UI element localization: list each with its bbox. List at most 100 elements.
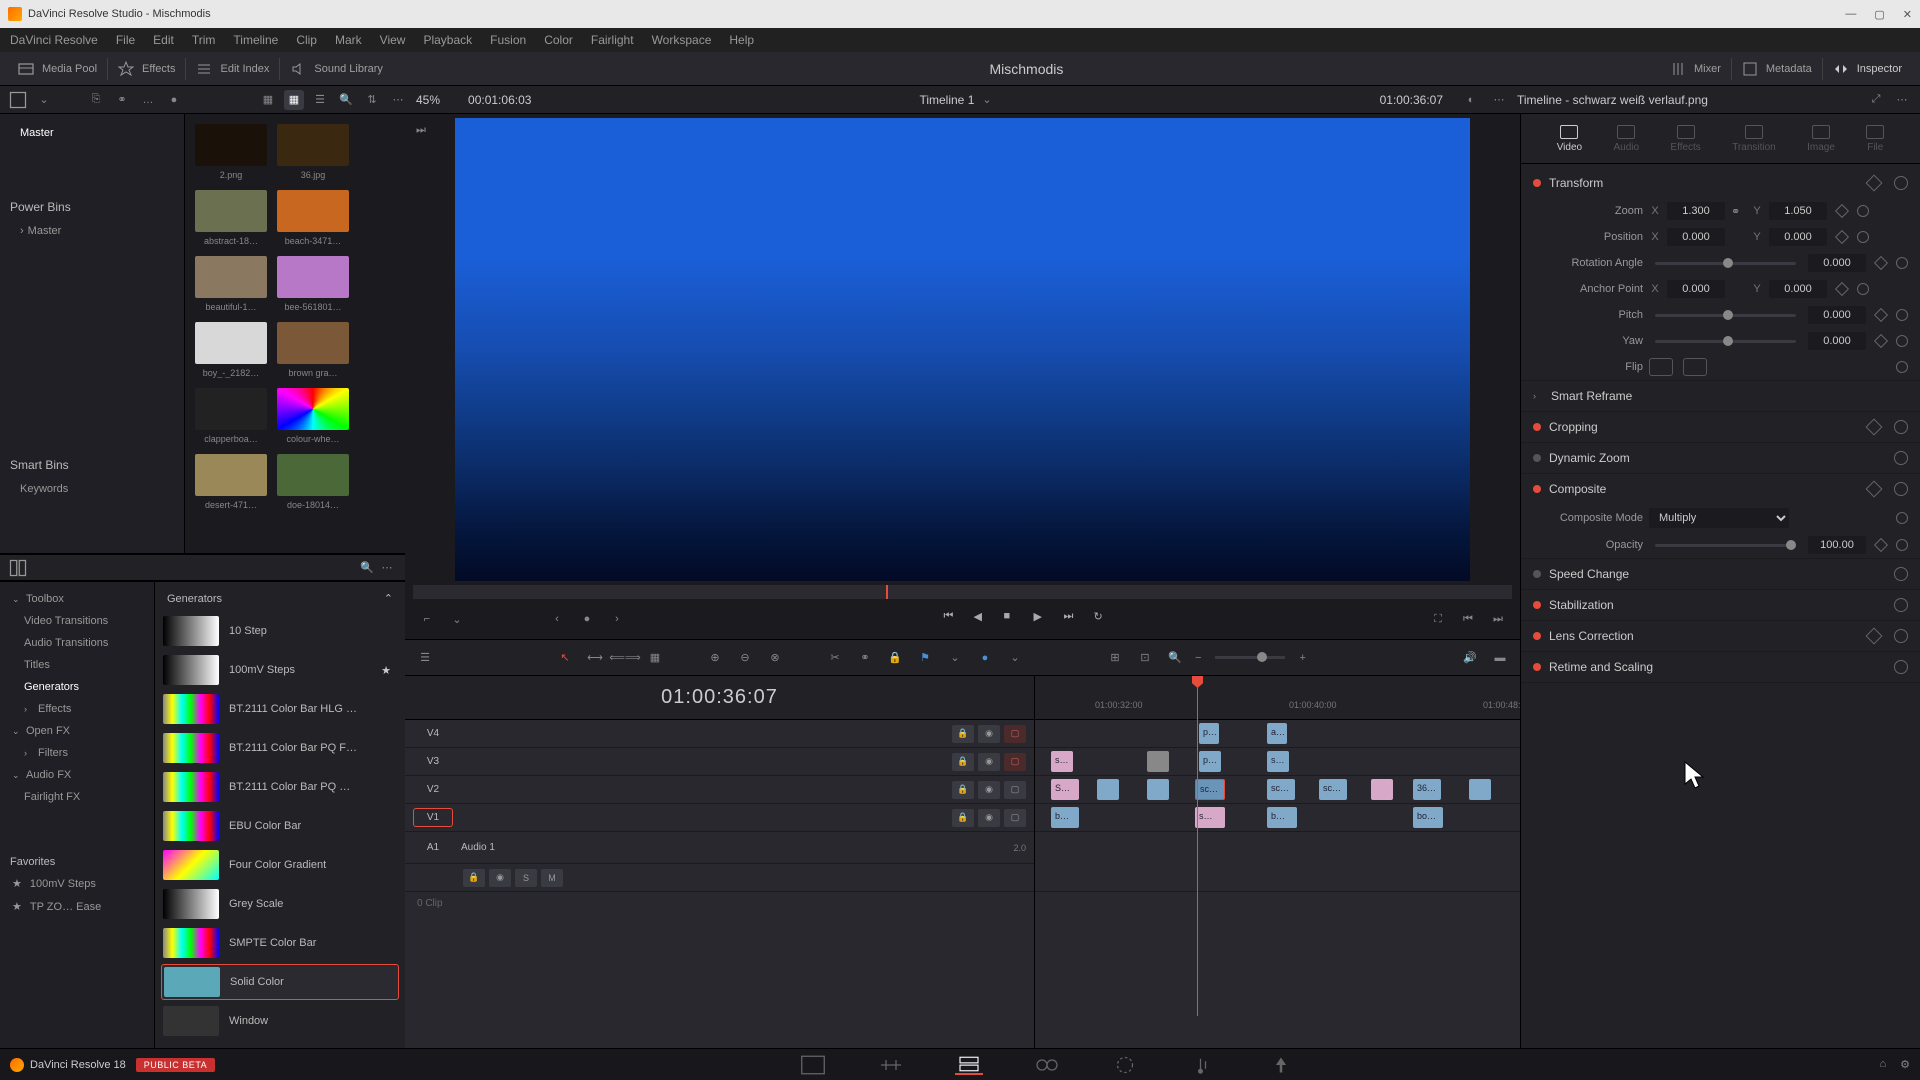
fav-item[interactable]: ★100mV Steps bbox=[0, 872, 154, 895]
track-head-a1[interactable]: A1Audio 12.0 bbox=[405, 832, 1034, 864]
snap-icon[interactable]: ⊞ bbox=[1105, 648, 1125, 668]
fx-panel-icon[interactable] bbox=[8, 558, 28, 578]
track-head-v3[interactable]: V3🔒◉▢ bbox=[405, 748, 1034, 776]
section-retime[interactable]: Retime and Scaling bbox=[1521, 652, 1920, 682]
collapse-icon[interactable]: ⌃ bbox=[384, 592, 393, 605]
first-frame-icon[interactable]: ⏮ bbox=[944, 610, 962, 628]
section-stabilization[interactable]: Stabilization bbox=[1521, 590, 1920, 620]
tab-image[interactable]: Image bbox=[1807, 125, 1835, 153]
timeline-clip[interactable]: b… bbox=[1267, 807, 1297, 828]
track-head-v4[interactable]: V4🔒◉▢ bbox=[405, 720, 1034, 748]
media-pool-button[interactable]: Media Pool bbox=[42, 63, 97, 75]
chevron-down-icon[interactable]: ⌄ bbox=[1005, 648, 1025, 668]
page-fusion-icon[interactable] bbox=[1033, 1055, 1061, 1075]
lock-icon[interactable]: 🔒 bbox=[885, 648, 905, 668]
track-v3[interactable]: s…p…s…Wo… bbox=[1035, 748, 1520, 776]
fx-toolbox[interactable]: ⌄Toolbox bbox=[0, 588, 154, 610]
sound-library-button[interactable]: Sound Library bbox=[314, 63, 383, 75]
track-v2[interactable]: S…sc…sc…sc…36…s…Sol…pro…vect… bbox=[1035, 776, 1520, 804]
tab-file[interactable]: File bbox=[1866, 125, 1884, 153]
fx-item[interactable]: 100mV Steps★ bbox=[161, 652, 399, 688]
marker-icon[interactable]: ● bbox=[577, 609, 597, 629]
timeline-clip[interactable]: p… bbox=[1199, 751, 1221, 772]
fx-item[interactable]: BT.2111 Color Bar HLG … bbox=[161, 691, 399, 727]
audio-menu-icon[interactable]: ▬ bbox=[1490, 648, 1510, 668]
fx-item[interactable]: Window bbox=[161, 1003, 399, 1039]
timeline-clip[interactable]: S… bbox=[1051, 779, 1079, 800]
trim-tool-icon[interactable]: ⟷ bbox=[585, 648, 605, 668]
bin-view-icon[interactable] bbox=[8, 90, 28, 110]
timeline-clip[interactable] bbox=[1371, 779, 1393, 800]
close-button[interactable]: ✕ bbox=[1903, 8, 1912, 21]
tab-audio[interactable]: Audio bbox=[1613, 125, 1639, 153]
bypass-icon[interactable]: ◐ bbox=[1461, 90, 1481, 110]
link-icon[interactable]: ⚭ bbox=[112, 90, 132, 110]
timeline-view-icon[interactable]: ☰ bbox=[415, 648, 435, 668]
search-icon[interactable]: 🔍 bbox=[336, 90, 356, 110]
metadata-view-icon[interactable]: ▦ bbox=[258, 90, 278, 110]
timeline-clip[interactable] bbox=[1147, 751, 1169, 772]
fx-generators[interactable]: Generators bbox=[0, 676, 154, 698]
timeline-name[interactable]: Timeline 1 bbox=[919, 93, 974, 107]
section-dynamic-zoom[interactable]: Dynamic Zoom bbox=[1521, 443, 1920, 473]
pos-x-value[interactable]: 0.000 bbox=[1667, 228, 1725, 246]
media-thumb[interactable]: boy_-_2182… bbox=[195, 322, 267, 378]
insert-icon[interactable]: ⊕ bbox=[705, 648, 725, 668]
bin-keywords[interactable]: Keywords bbox=[0, 478, 184, 500]
overwrite-icon[interactable]: ⊖ bbox=[735, 648, 755, 668]
fx-item[interactable]: Four Color Gradient bbox=[161, 847, 399, 883]
fx-item[interactable]: BT.2111 Color Bar PQ … bbox=[161, 769, 399, 805]
fx-audiofx[interactable]: ⌄Audio FX bbox=[0, 764, 154, 786]
media-thumb[interactable]: 2.png bbox=[195, 124, 267, 180]
inspector-button[interactable]: Inspector bbox=[1857, 63, 1902, 75]
minimize-button[interactable]: — bbox=[1845, 8, 1856, 21]
chevron-down-icon[interactable]: ⌄ bbox=[945, 648, 965, 668]
media-thumb[interactable]: clapperboa… bbox=[195, 388, 267, 444]
list-view-icon[interactable]: ☰ bbox=[310, 90, 330, 110]
effects-button[interactable]: Effects bbox=[142, 63, 175, 75]
track-head-v2[interactable]: V2🔒◉▢ bbox=[405, 776, 1034, 804]
timeline-clip[interactable]: b… bbox=[1051, 807, 1079, 828]
menu-item[interactable]: Help bbox=[729, 33, 754, 47]
zoom-detail-icon[interactable]: 🔍 bbox=[1165, 648, 1185, 668]
sort-icon[interactable]: ⇅ bbox=[362, 90, 382, 110]
next-edit-icon[interactable]: › bbox=[607, 609, 627, 629]
last-frame-icon[interactable]: ⏭ bbox=[1064, 610, 1082, 628]
mixer-button[interactable]: Mixer bbox=[1694, 63, 1721, 75]
menu-item[interactable]: Color bbox=[544, 33, 573, 47]
dynamic-trim-icon[interactable]: ⟸⟹ bbox=[615, 648, 635, 668]
media-thumb[interactable]: doe-18014… bbox=[277, 454, 349, 510]
timeline-clip[interactable]: p… bbox=[1199, 723, 1219, 744]
page-edit-icon[interactable] bbox=[955, 1055, 983, 1075]
timeline-clip[interactable]: s… bbox=[1267, 751, 1289, 772]
flag-icon[interactable]: ⚑ bbox=[915, 648, 935, 668]
link-icon[interactable]: ⚭ bbox=[855, 648, 875, 668]
marker-icon[interactable]: ● bbox=[975, 648, 995, 668]
zoom-percent[interactable]: 45% bbox=[416, 93, 440, 107]
menu-item[interactable]: Timeline bbox=[233, 33, 278, 47]
more-icon[interactable]: ⋯ bbox=[1892, 90, 1912, 110]
timeline-clip[interactable]: sc… bbox=[1267, 779, 1295, 800]
prev-edit-icon[interactable]: ‹ bbox=[547, 609, 567, 629]
menu-item[interactable]: Playback bbox=[423, 33, 472, 47]
loop-icon[interactable]: ↻ bbox=[1094, 610, 1112, 628]
viewer-canvas[interactable] bbox=[455, 118, 1470, 581]
keyframe-icon[interactable] bbox=[1866, 175, 1883, 192]
flip-v-button[interactable] bbox=[1683, 358, 1707, 376]
timeline-clip[interactable]: s… bbox=[1051, 751, 1073, 772]
flip-h-button[interactable] bbox=[1649, 358, 1673, 376]
fx-audio-transitions[interactable]: Audio Transitions bbox=[0, 632, 154, 654]
tab-effects[interactable]: Effects bbox=[1670, 125, 1700, 153]
media-thumb[interactable]: brown gra… bbox=[277, 322, 349, 378]
pitch-value[interactable]: 0.000 bbox=[1808, 306, 1866, 324]
audio-icon[interactable]: 🔊 bbox=[1460, 648, 1480, 668]
menu-item[interactable]: Trim bbox=[192, 33, 216, 47]
composite-mode-select[interactable]: Multiply bbox=[1649, 508, 1789, 528]
record-icon[interactable]: ● bbox=[164, 90, 184, 110]
fx-openfx[interactable]: ⌄Open FX bbox=[0, 720, 154, 742]
home-icon[interactable]: ⌂ bbox=[1879, 1058, 1886, 1071]
edit-index-button[interactable]: Edit Index bbox=[220, 63, 269, 75]
rotation-value[interactable]: 0.000 bbox=[1808, 254, 1866, 272]
step-back-icon[interactable]: ⏮ bbox=[1458, 609, 1478, 629]
step-fwd-icon[interactable]: ⏭ bbox=[1488, 609, 1508, 629]
